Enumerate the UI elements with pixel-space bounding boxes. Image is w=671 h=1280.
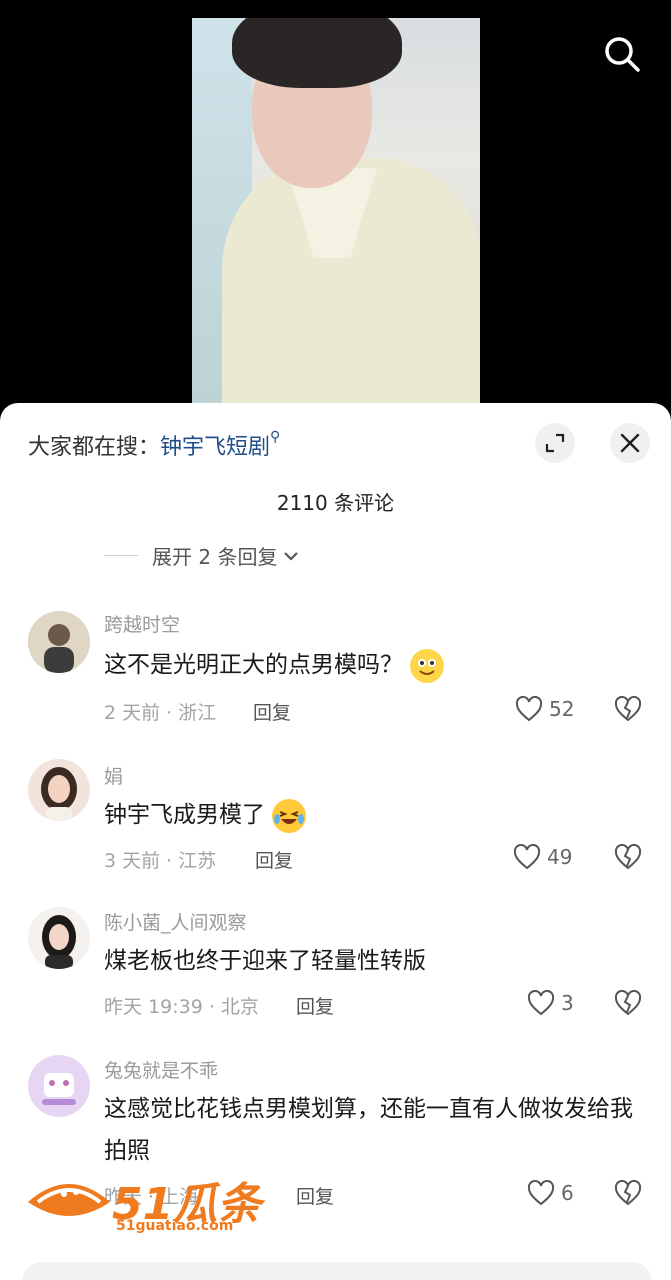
dislike-button[interactable] — [614, 989, 642, 1020]
chevron-down-icon — [284, 551, 299, 561]
reply-button[interactable]: 回复 — [255, 846, 293, 873]
hot-search-bar[interactable]: 大家都在搜：钟宇飞短剧⚲ — [28, 429, 280, 461]
video-player[interactable] — [0, 0, 671, 420]
comment-username[interactable]: 跨越时空 — [104, 610, 180, 637]
search-button[interactable] — [602, 34, 642, 74]
divider-line — [104, 555, 138, 556]
grin-emoji-icon — [410, 648, 445, 683]
broken-heart-icon — [614, 843, 642, 870]
like-button[interactable]: 52 — [515, 696, 574, 722]
comment-username[interactable]: 娟 — [104, 762, 123, 789]
comment-time-location: 2 天前 · 浙江 — [104, 702, 217, 724]
search-icon — [605, 37, 640, 72]
like-button[interactable]: 49 — [513, 844, 572, 870]
small-search-icon: ⚲ — [270, 429, 281, 445]
comment-text: 这不是光明正大的点男模吗？ — [104, 644, 644, 686]
like-count: 3 — [561, 991, 574, 1015]
broken-heart-icon — [614, 695, 642, 722]
like-count: 52 — [549, 697, 575, 721]
comment-username[interactable]: 兔兔就是不乖 — [104, 1056, 218, 1083]
comment-input-bar[interactable] — [22, 1262, 652, 1280]
watermark-melon-icon — [28, 1184, 110, 1216]
close-icon — [620, 433, 640, 453]
comments-sheet: 大家都在搜：钟宇飞短剧⚲ 2110 条评论 展开 2 条回复 跨越时空 这不是光… — [0, 403, 671, 1280]
reply-button[interactable]: 回复 — [296, 992, 334, 1019]
avatar[interactable] — [28, 907, 90, 969]
close-button[interactable] — [610, 423, 650, 463]
expand-icon — [545, 433, 565, 453]
like-button[interactable]: 3 — [527, 990, 574, 1016]
video-frame[interactable] — [192, 18, 480, 418]
heart-icon — [527, 1180, 555, 1206]
comment-time-location: 昨天 19:39 · 北京 — [104, 996, 259, 1018]
broken-heart-icon — [614, 989, 642, 1016]
like-button[interactable]: 6 — [527, 1180, 574, 1206]
heart-icon — [527, 990, 555, 1016]
comment-text-content: 这不是光明正大的点男模吗？ — [104, 652, 403, 678]
reply-button[interactable]: 回复 — [253, 698, 291, 725]
expand-replies-button[interactable]: 展开 2 条回复 — [104, 541, 299, 570]
expand-button[interactable] — [535, 423, 575, 463]
heart-icon — [513, 844, 541, 870]
dislike-button[interactable] — [614, 695, 642, 726]
dislike-button[interactable] — [614, 843, 642, 874]
avatar[interactable] — [28, 1055, 90, 1117]
video-person-hair — [232, 18, 402, 88]
dislike-button[interactable] — [614, 1179, 642, 1210]
comment-count: 2110 条评论 — [276, 491, 395, 515]
hot-search-prefix: 大家都在搜： — [28, 435, 161, 460]
hot-search-keyword[interactable]: 钟宇飞短剧 — [160, 435, 270, 460]
watermark-url: 51guatiao.com — [116, 1218, 234, 1234]
comment-time-location: 3 天前 · 江苏 — [104, 850, 217, 872]
comment-text-content: 钟宇飞成男模了 — [104, 802, 265, 828]
comment-username[interactable]: 陈小菌_人间观察 — [104, 908, 247, 935]
like-count: 6 — [561, 1181, 574, 1205]
comment-text: 这感觉比花钱点男模划算，还能一直有人做妆发给我拍照 — [104, 1096, 633, 1164]
avatar[interactable] — [28, 759, 90, 821]
comment-text: 钟宇飞成男模了 — [104, 794, 644, 836]
comment-text: 煤老板也终于迎来了轻量性转版 — [104, 948, 426, 974]
broken-heart-icon — [614, 1179, 642, 1206]
like-count: 49 — [547, 845, 573, 869]
avatar[interactable] — [28, 611, 90, 673]
laughing-tears-emoji-icon — [272, 798, 307, 833]
reply-button[interactable]: 回复 — [296, 1182, 334, 1209]
expand-replies-label: 展开 2 条回复 — [152, 545, 278, 569]
heart-icon — [515, 696, 543, 722]
watermark-logo: 51瓜条 51guatiao.com — [24, 1168, 264, 1238]
